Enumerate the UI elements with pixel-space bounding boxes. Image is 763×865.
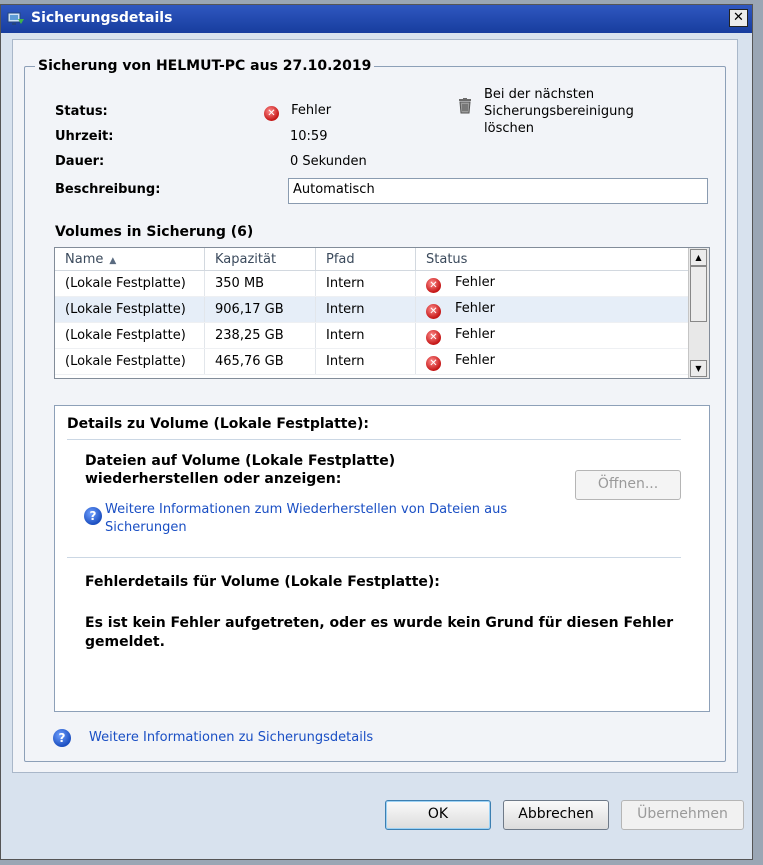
column-status[interactable]: Status (415, 248, 689, 271)
description-field[interactable]: Automatisch (288, 178, 708, 204)
row-status: ✕ Fehler (415, 296, 689, 323)
error-message: Es ist kein Fehler aufgetreten, oder es … (85, 615, 674, 650)
error-icon: ✕ (426, 329, 441, 345)
row-path: Intern (315, 348, 416, 375)
status-value: ✕ Fehler (264, 103, 331, 121)
delete-on-cleanup-text[interactable]: Bei der nächsten Sicherungsbereinigung l… (484, 86, 664, 137)
help-icon: ? (84, 507, 102, 525)
files-title: Dateien auf Volume (Lokale Festplatte) w… (85, 453, 396, 487)
separator (67, 439, 681, 440)
error-details-title: Fehlerdetails für Volume (Lokale Festpla… (85, 574, 440, 590)
scroll-down-icon[interactable]: ▼ (690, 360, 707, 377)
row-path: Intern (315, 322, 416, 349)
row-capacity: 465,76 GB (204, 348, 316, 375)
time-value: 10:59 (290, 129, 328, 144)
row-capacity: 906,17 GB (204, 296, 316, 323)
trash-icon[interactable] (458, 98, 472, 114)
error-icon: ✕ (426, 355, 441, 371)
error-icon: ✕ (264, 106, 279, 121)
scroll-up-icon[interactable]: ▲ (690, 249, 707, 266)
error-icon: ✕ (426, 303, 441, 319)
volumes-list[interactable]: Name ▲ Kapazität Pfad Status (Lokale Fest… (54, 247, 710, 379)
volumes-header-row: Name ▲ Kapazität Pfad Status (55, 248, 689, 271)
scroll-thumb[interactable] (690, 266, 707, 322)
details-title: Details zu Volume (Lokale Festplatte): (67, 416, 369, 432)
row-capacity: 238,25 GB (204, 322, 316, 349)
table-row[interactable]: (Lokale Festplatte) 465,76 GB Intern ✕ Fe… (55, 348, 689, 375)
dialog-content: Sicherung von HELMUT-PC aus 27.10.2019 S… (12, 39, 738, 773)
backup-details-window: Sicherungsdetails ✕ Sicherung von HELMUT… (0, 4, 753, 860)
status-label: Status: (55, 104, 108, 119)
description-label: Beschreibung: (55, 182, 161, 197)
backup-app-icon (7, 12, 24, 25)
row-status: ✕ Fehler (415, 348, 689, 375)
row-name: (Lokale Festplatte) (55, 296, 205, 323)
close-icon: ✕ (733, 10, 744, 25)
backup-details-help-link[interactable]: Weitere Informationen zu Sicherungsdetai… (89, 730, 373, 745)
volumes-scrollbar[interactable]: ▲ ▼ (688, 248, 709, 378)
volume-details-panel: Details zu Volume (Lokale Festplatte): D… (54, 405, 710, 712)
restore-files-link[interactable]: Weitere Informationen zum Wiederherstell… (105, 501, 565, 537)
table-row[interactable]: (Lokale Festplatte) 906,17 GB Intern ✕ Fe… (55, 296, 689, 323)
window-title: Sicherungsdetails (31, 10, 173, 26)
column-name[interactable]: Name ▲ (55, 248, 205, 271)
row-name: (Lokale Festplatte) (55, 322, 205, 349)
open-button[interactable]: Öffnen... (575, 470, 681, 500)
column-path[interactable]: Pfad (315, 248, 416, 271)
ok-button[interactable]: OK (385, 800, 491, 830)
error-icon: ✕ (426, 277, 441, 293)
apply-button[interactable]: Übernehmen (621, 800, 744, 830)
table-row[interactable]: (Lokale Festplatte) 238,25 GB Intern ✕ Fe… (55, 322, 689, 349)
table-row[interactable]: (Lokale Festplatte) 350 MB Intern ✕ Fehle… (55, 270, 689, 297)
time-label: Uhrzeit: (55, 129, 114, 144)
row-status: ✕ Fehler (415, 322, 689, 349)
volumes-title: Volumes in Sicherung (6) (55, 224, 254, 240)
row-path: Intern (315, 296, 416, 323)
separator (67, 557, 681, 558)
help-icon: ? (53, 729, 71, 747)
row-status: ✕ Fehler (415, 270, 689, 297)
backup-group-title: Sicherung von HELMUT-PC aus 27.10.2019 (35, 58, 375, 74)
duration-value: 0 Sekunden (290, 154, 367, 169)
cancel-button[interactable]: Abbrechen (503, 800, 609, 830)
status-text: Fehler (291, 103, 332, 118)
duration-label: Dauer: (55, 154, 105, 169)
close-button[interactable]: ✕ (729, 9, 748, 27)
sort-ascending-icon: ▲ (109, 255, 117, 266)
row-name: (Lokale Festplatte) (55, 348, 205, 375)
title-bar: Sicherungsdetails ✕ (1, 5, 752, 33)
row-name: (Lokale Festplatte) (55, 270, 205, 297)
row-path: Intern (315, 270, 416, 297)
column-capacity[interactable]: Kapazität (204, 248, 316, 271)
row-capacity: 350 MB (204, 270, 316, 297)
